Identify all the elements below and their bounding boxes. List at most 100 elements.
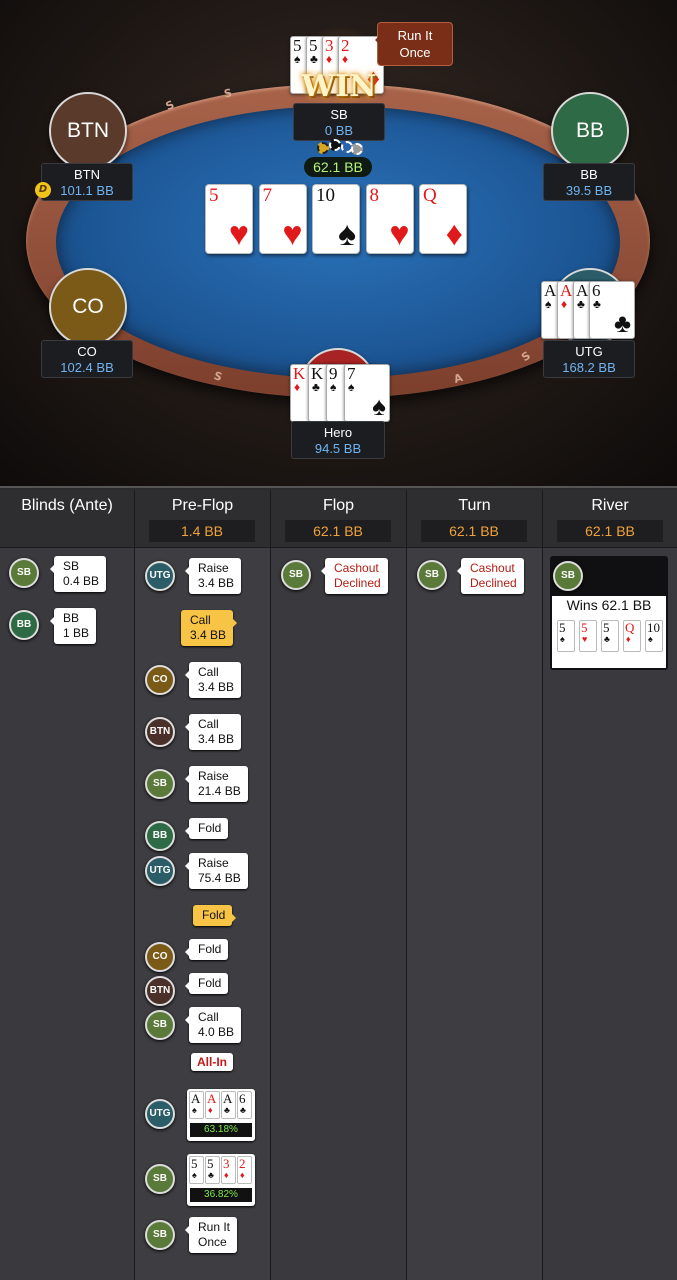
column-title: River: [591, 497, 629, 514]
action-bubble[interactable]: Fold: [184, 939, 229, 960]
mini-card: 2 ♦: [237, 1156, 252, 1184]
action-line: 4.0 BB: [198, 1025, 235, 1039]
action-bubble[interactable]: Fold: [184, 973, 229, 994]
card-rank: 7: [262, 185, 273, 206]
card-suit-small: ♠: [330, 380, 337, 394]
action-line: Call: [198, 1010, 219, 1024]
action-bubble[interactable]: Fold: [193, 905, 237, 926]
card-suit-small: ♣: [593, 297, 601, 311]
mini-card: 5 ♠: [189, 1156, 204, 1184]
action-bubble[interactable]: SB 0.4 BB: [49, 556, 107, 592]
action-bubble[interactable]: Fold: [184, 818, 229, 839]
mini-card: A ♣: [221, 1091, 236, 1119]
action-bubble[interactable]: BB 1 BB: [49, 608, 97, 644]
nameplate-bb: BB 39.5 BB: [543, 163, 635, 201]
mini-card: 3 ♦: [221, 1156, 236, 1184]
action-bubble[interactable]: Raise 75.4 BB: [185, 853, 248, 889]
action-line: 21.4 BB: [198, 784, 241, 798]
card-rank: A: [191, 1091, 201, 1106]
card-suit: ♠: [337, 216, 356, 253]
card-suit: ♥: [389, 216, 410, 253]
tooltip-line: Once: [399, 45, 431, 60]
position-badge-btn: BTN: [145, 976, 175, 1006]
action-bubble[interactable]: Cashout Declined: [457, 558, 524, 594]
action-line: 3.4 BB: [190, 628, 227, 642]
street-pot: 1.4 BB: [149, 520, 255, 542]
mini-card: 10 ♠: [645, 620, 663, 652]
nameplate-utg: UTG 168.2 BB: [543, 340, 635, 378]
action-bubble[interactable]: Raise 3.4 BB: [184, 558, 242, 594]
action-line: 3.4 BB: [198, 732, 235, 746]
card-suit: ♦: [240, 1170, 245, 1180]
action-line: 0.4 BB: [63, 574, 100, 588]
card-suit: ♥: [582, 634, 588, 644]
player-stack: 94.5 BB: [314, 441, 362, 456]
card-rank: 8: [369, 185, 380, 206]
column-body: SB SB 0.4 BB BB BB 1 BB: [0, 548, 134, 1280]
win-badge: WIN: [301, 69, 377, 104]
action-line: Call: [198, 717, 219, 731]
equity-percent: 63.18%: [190, 1123, 252, 1137]
tooltip-line: Run It: [397, 28, 433, 43]
card-suit: ♠: [372, 392, 386, 421]
mini-card: A ♦: [205, 1091, 220, 1119]
column-header: Flop 62.1 BB: [271, 490, 406, 548]
action-line: Call: [198, 665, 219, 679]
card-suit-small: ♣: [310, 52, 318, 66]
avatar-co[interactable]: CO: [49, 268, 127, 346]
action-bubble[interactable]: Call 3.4 BB: [181, 610, 238, 646]
nameplate-co: CO 102.4 BB: [41, 340, 133, 378]
position-badge-sb: SB: [553, 561, 583, 591]
action-line: Cashout: [470, 561, 515, 575]
rail-letter: S: [519, 348, 533, 365]
action-line: Raise: [198, 561, 229, 575]
position-badge-utg: UTG: [145, 561, 175, 591]
action-line: Once: [198, 1235, 227, 1249]
action-line: Fold: [198, 821, 222, 835]
avatar-btn[interactable]: BTN: [49, 92, 127, 170]
chip: [329, 139, 341, 151]
showdown-cards: 5 ♠ 5 ♣ 3 ♦ 2 ♦ 36.82%: [187, 1154, 255, 1206]
action-line: Run It: [198, 1220, 231, 1234]
nameplate-sb: SB 0 BB: [293, 103, 385, 141]
winning-hand: Wins 62.1 BB 5 ♠ 5 ♥ 5 ♣ Q ♦ 10 ♠: [552, 596, 666, 668]
action-line: Raise: [198, 769, 229, 783]
card-suit: ♥: [228, 216, 249, 253]
board-card: 10 ♠: [312, 184, 360, 254]
column-title: Blinds (Ante): [21, 497, 113, 514]
position-badge-utg: UTG: [145, 856, 175, 886]
street-pot: 62.1 BB: [285, 520, 391, 542]
column-header: Blinds (Ante): [0, 490, 134, 548]
player-stack: 168.2 BB: [562, 360, 616, 375]
position-badge-sb: SB: [145, 1010, 175, 1040]
action-bubble[interactable]: Raise 21.4 BB: [185, 766, 248, 802]
mini-card: A ♠: [189, 1091, 204, 1119]
player-name: Hero: [323, 425, 353, 440]
action-line: Declined: [470, 576, 517, 590]
card-rank: 5: [581, 620, 588, 635]
mini-card: 5 ♥: [579, 620, 597, 652]
card-suit-small: ♦: [294, 380, 301, 394]
action-bubble[interactable]: Run It Once: [184, 1217, 238, 1253]
position-badge-bb: BB: [9, 610, 39, 640]
action-bubble[interactable]: Call 4.0 BB: [184, 1007, 242, 1043]
card-rank: 5: [559, 620, 566, 635]
column-header: Turn 62.1 BB: [407, 490, 542, 548]
action-line: Raise: [198, 856, 229, 870]
card-suit-small: ♠: [348, 380, 355, 394]
avatar-bb[interactable]: BB: [551, 92, 629, 170]
card-suit-small: ♠: [545, 297, 552, 311]
column-preflop: Pre-Flop 1.4 BB UTG Raise 3.4 BB Call 3.4 BB C…: [135, 490, 271, 1280]
player-stack: 0 BB: [324, 123, 354, 138]
action-bubble[interactable]: Cashout Declined: [321, 558, 388, 594]
action-bubble[interactable]: Call 3.4 BB: [184, 662, 242, 698]
card-suit: ♥: [282, 216, 303, 253]
hole-card: 6 ♣ ♣: [589, 281, 635, 339]
action-bubble[interactable]: Call 3.4 BB: [184, 714, 242, 750]
card-rank: 10: [647, 620, 660, 635]
card-rank: 5: [209, 185, 219, 206]
rail-letter: A: [452, 371, 465, 386]
chip: [351, 143, 363, 155]
pot-amount: 62.1 BB: [304, 157, 372, 177]
position-badge-co: CO: [145, 665, 175, 695]
